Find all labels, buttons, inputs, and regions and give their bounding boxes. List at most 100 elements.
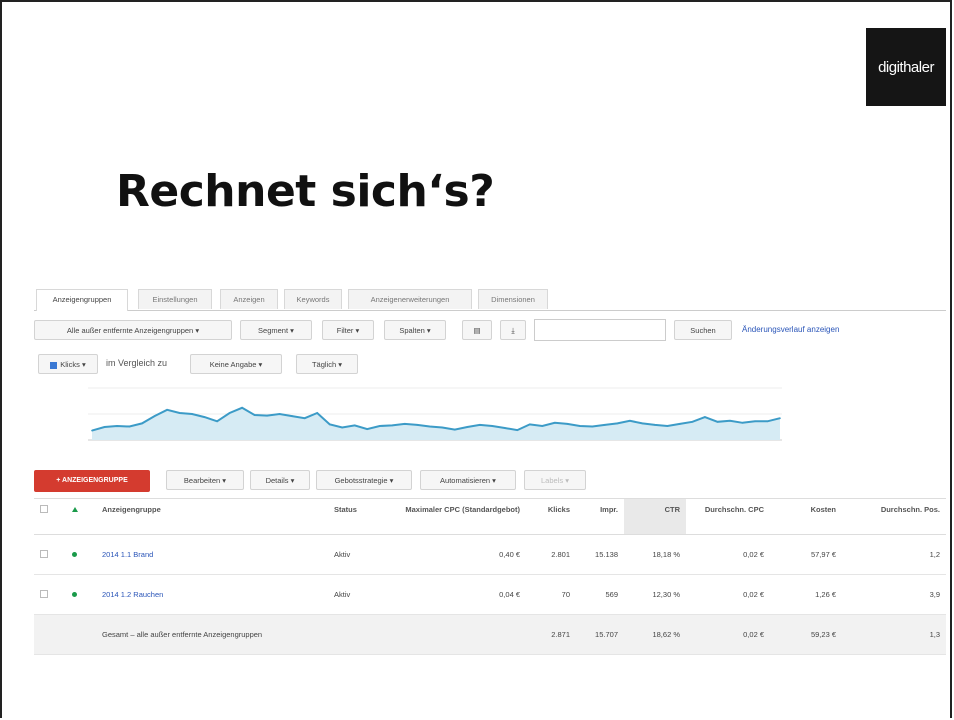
segment-label: Segment xyxy=(258,326,289,335)
tab-einstellungen[interactable]: Einstellungen xyxy=(138,289,212,309)
adgroup-clicks: 70 xyxy=(526,574,576,615)
clicks-data-point xyxy=(666,425,669,427)
clicks-data-point xyxy=(591,425,594,428)
adgroup-avg-pos: 1,2 xyxy=(842,534,946,575)
adgroup-name-link[interactable]: 2014 1.2 Rauchen xyxy=(96,574,328,615)
total-impr: 15.707 xyxy=(576,614,624,655)
brand-logo: digithaler xyxy=(866,28,946,106)
total-cost: 59,23 € xyxy=(770,614,842,655)
clicks-data-point xyxy=(579,425,581,427)
clicks-data-point xyxy=(203,416,206,418)
table-total-row: Gesamt – alle außer entfernte Anzeigengr… xyxy=(34,614,946,655)
clicks-data-point xyxy=(141,422,143,425)
clicks-data-point xyxy=(504,427,506,429)
clicks-data-point xyxy=(516,429,519,431)
filter-label: Filter xyxy=(336,326,354,335)
add-adgroup-button[interactable]: + ANZEIGENGRUPPE xyxy=(34,470,150,492)
clicks-data-point xyxy=(403,423,406,425)
clicks-data-point xyxy=(554,422,556,424)
adgroup-avg-cpc: 0,02 € xyxy=(686,574,770,615)
clicks-data-point xyxy=(353,424,356,427)
clicks-data-point xyxy=(754,420,756,423)
clicks-data-point xyxy=(641,422,644,425)
clicks-data-point xyxy=(191,413,193,415)
columns-button[interactable]: Spalten ▾ xyxy=(384,320,446,340)
col-header-impr[interactable]: Impr. xyxy=(576,498,624,535)
filter-button[interactable]: Filter ▾ xyxy=(322,320,374,340)
row-checkbox[interactable] xyxy=(40,589,48,598)
compare-select[interactable]: Keine Angabe ▾ xyxy=(190,354,282,374)
compare-select-label: Keine Angabe xyxy=(209,360,257,369)
adgroup-table: Anzeigengruppe Status Maximaler CPC (Sta… xyxy=(34,498,946,655)
col-header-ctr[interactable]: CTR xyxy=(624,498,686,535)
search-button[interactable]: Suchen xyxy=(674,320,732,340)
filter-toolbar: Alle außer entfernte Anzeigengruppen ▾ S… xyxy=(34,319,946,342)
tab-bar: Anzeigengruppen Einstellungen Anzeigen K… xyxy=(34,286,946,311)
labels-button[interactable]: Labels ▾ xyxy=(524,470,586,490)
clicks-data-point xyxy=(328,423,331,426)
chart-icon: ▤ xyxy=(473,326,481,335)
action-toolbar: + ANZEIGENGRUPPE Bearbeiten ▾ Details ▾ … xyxy=(34,470,946,494)
clicks-data-point xyxy=(529,423,531,426)
details-button[interactable]: Details ▾ xyxy=(250,470,310,490)
tab-anzeigengruppen[interactable]: Anzeigengruppen xyxy=(36,289,128,311)
adgroup-filter-label: Alle außer entfernte Anzeigengruppen xyxy=(66,326,194,335)
tab-dimensionen[interactable]: Dimensionen xyxy=(478,289,548,309)
adgroup-max-cpc[interactable]: 0,04 € xyxy=(388,574,526,615)
download-button[interactable]: ⤓ xyxy=(500,320,526,340)
col-header-avg-pos[interactable]: Durchschn. Pos. xyxy=(842,498,946,535)
adgroup-cost: 57,97 € xyxy=(770,534,842,575)
adgroup-clicks: 2.801 xyxy=(526,534,576,575)
total-empty-cell xyxy=(66,614,96,655)
select-all-cell xyxy=(34,498,66,535)
tab-anzeigenerweiterungen[interactable]: Anzeigenerweiterungen xyxy=(348,289,472,309)
col-header-status[interactable]: Status xyxy=(328,498,388,535)
clicks-data-point xyxy=(178,412,181,414)
bid-strategy-button[interactable]: Gebotsstrategie ▾ xyxy=(316,470,412,490)
adgroup-filter-select[interactable]: Alle außer entfernte Anzeigengruppen ▾ xyxy=(34,320,232,340)
clicks-data-point xyxy=(454,428,456,431)
automate-button[interactable]: Automatisieren ▾ xyxy=(420,470,516,490)
row-checkbox-cell xyxy=(34,574,66,615)
tab-anzeigen[interactable]: Anzeigen xyxy=(220,289,278,309)
metric-select[interactable]: Klicks ▾ xyxy=(38,354,98,374)
clicks-data-point xyxy=(253,414,256,416)
clicks-data-point xyxy=(766,420,769,423)
adgroup-avg-cpc: 0,02 € xyxy=(686,534,770,575)
slide-title: Rechnet sich‘s? xyxy=(116,166,495,217)
adgroup-max-cpc[interactable]: 0,40 € xyxy=(388,534,526,575)
col-header-adgroup[interactable]: Anzeigengruppe xyxy=(96,498,328,535)
adgroup-avg-pos: 3,9 xyxy=(842,574,946,615)
clicks-data-point xyxy=(729,420,731,422)
row-checkbox[interactable] xyxy=(40,549,48,558)
adgroup-status: Aktiv xyxy=(328,574,388,615)
segment-button[interactable]: Segment ▾ xyxy=(240,320,312,340)
total-avg-pos: 1,3 xyxy=(842,614,946,655)
clicks-data-point xyxy=(741,422,744,424)
history-link[interactable]: Änderungsverlauf anzeigen xyxy=(742,325,839,334)
col-header-cost[interactable]: Kosten xyxy=(770,498,842,535)
row-status-cell xyxy=(66,574,96,615)
select-all-checkbox[interactable] xyxy=(40,505,48,513)
clicks-data-point xyxy=(691,421,694,423)
adgroup-cost: 1,26 € xyxy=(770,574,842,615)
edit-button[interactable]: Bearbeiten ▾ xyxy=(166,470,244,490)
row-status-cell xyxy=(66,534,96,575)
col-header-max-cpc[interactable]: Maximaler CPC (Standardgebot) xyxy=(388,498,526,535)
total-empty-cell xyxy=(328,614,388,655)
clicks-data-point xyxy=(704,416,706,418)
col-header-clicks[interactable]: Klicks xyxy=(526,498,576,535)
clicks-data-point xyxy=(316,412,319,414)
chart-toggle-button[interactable]: ▤ xyxy=(462,320,492,340)
automate-label: Automatisieren xyxy=(440,476,491,485)
period-select[interactable]: Täglich ▾ xyxy=(296,354,358,374)
col-header-avg-cpc[interactable]: Durchschn. CPC xyxy=(686,498,770,535)
total-label: Gesamt – alle außer entfernte Anzeigengr… xyxy=(96,614,328,655)
adgroup-name-link[interactable]: 2014 1.1 Brand xyxy=(96,534,328,575)
chart-controls: Klicks ▾ im Vergleich zu Keine Angabe ▾ … xyxy=(34,354,946,376)
total-empty-cell xyxy=(34,614,66,655)
clicks-data-point xyxy=(416,424,419,426)
search-input[interactable] xyxy=(534,319,666,341)
tab-keywords[interactable]: Keywords xyxy=(284,289,342,309)
status-indicator-icon xyxy=(72,507,78,512)
